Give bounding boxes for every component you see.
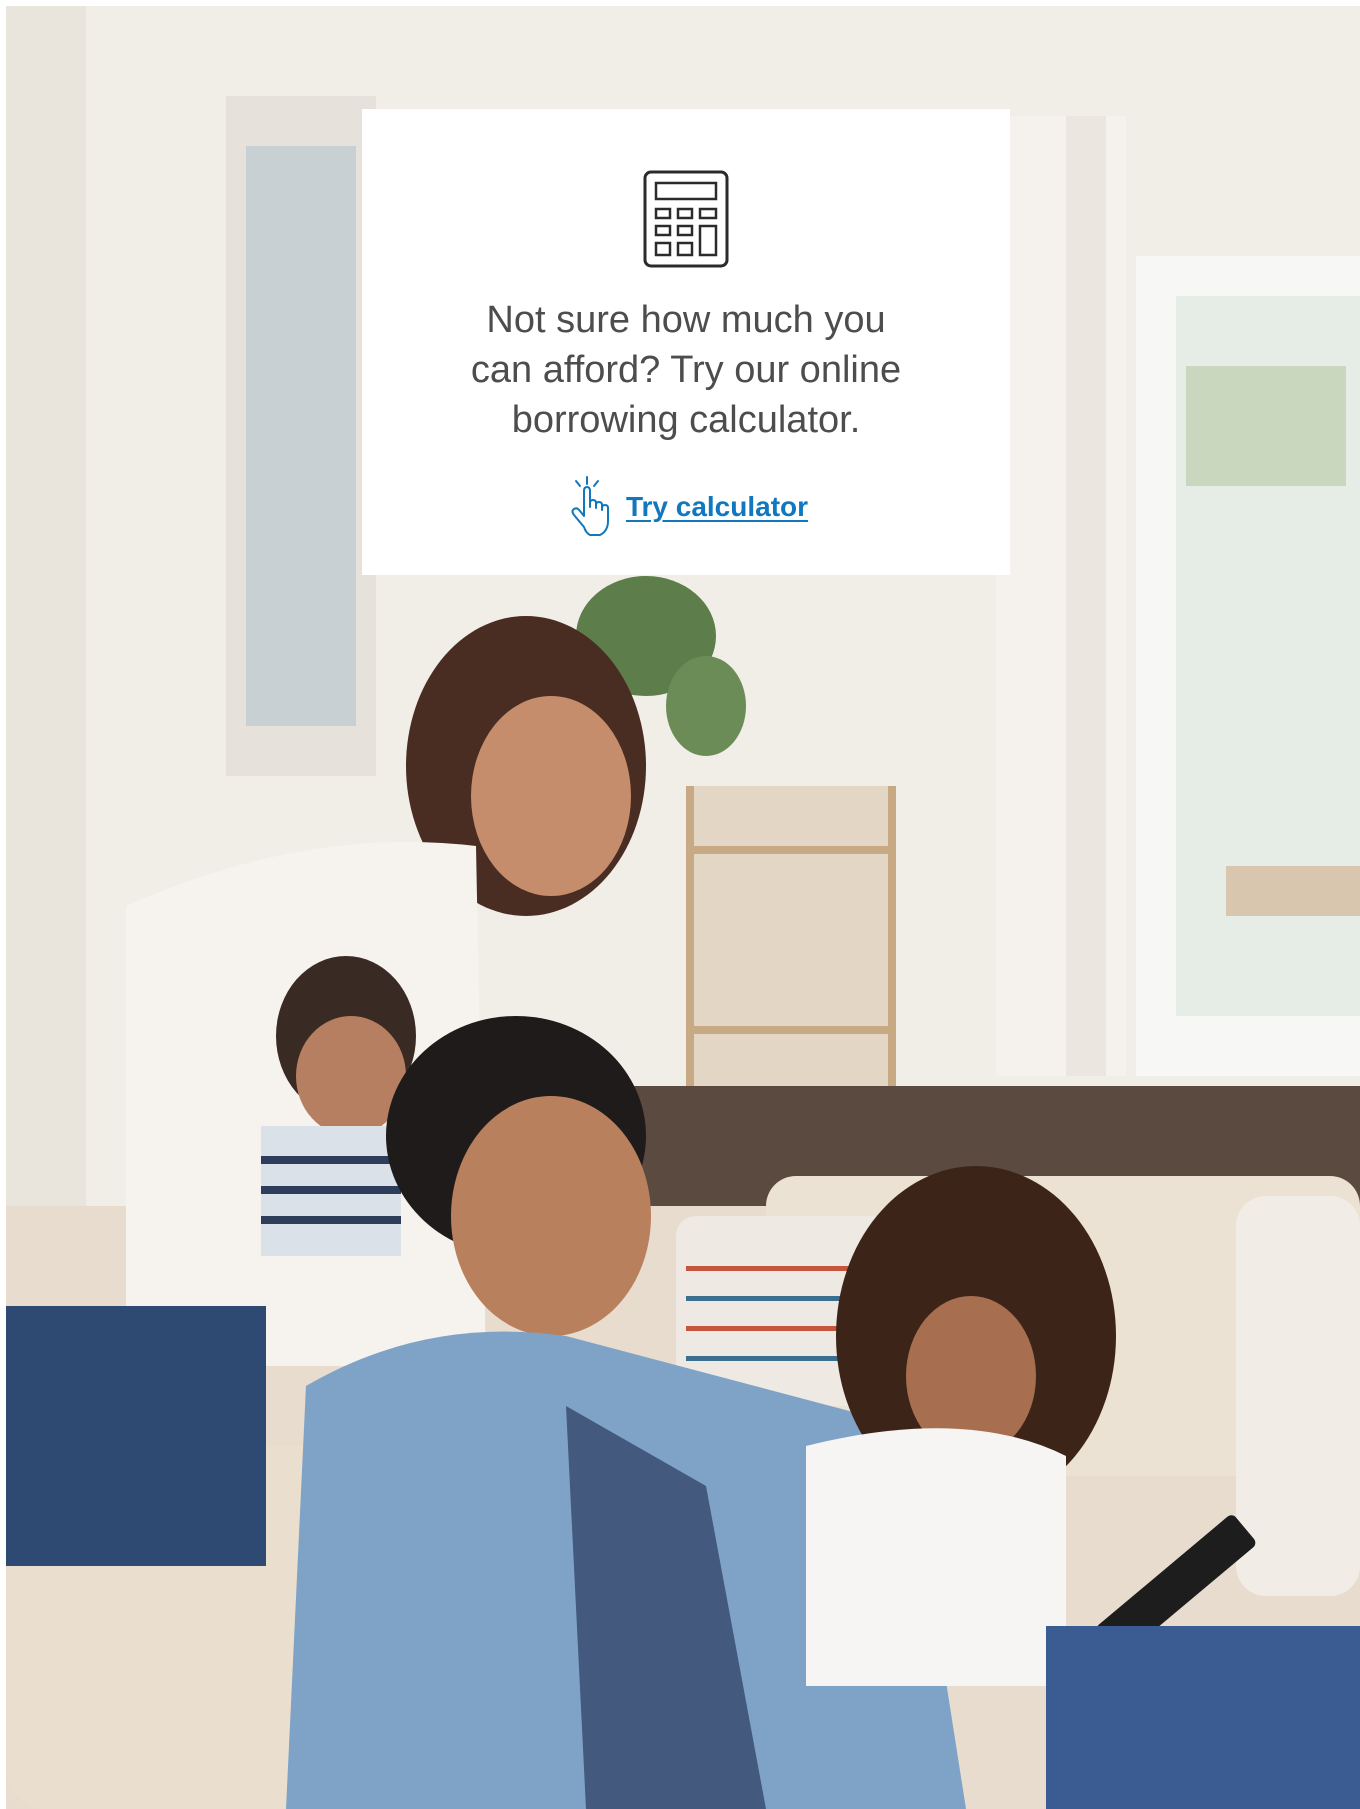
promo-text: Not sure how much you can afford? Try ou… xyxy=(470,299,902,441)
page: Not sure how much you can afford? Try ou… xyxy=(0,0,1360,1809)
try-calculator-link[interactable]: Try calculator xyxy=(626,491,808,523)
calculator-promo-card: Not sure how much you can afford? Try ou… xyxy=(362,109,1010,575)
tap-hand-icon xyxy=(571,476,609,536)
try-calculator-cta[interactable]: Try calculator xyxy=(564,475,808,539)
calculator-icon xyxy=(643,170,729,268)
